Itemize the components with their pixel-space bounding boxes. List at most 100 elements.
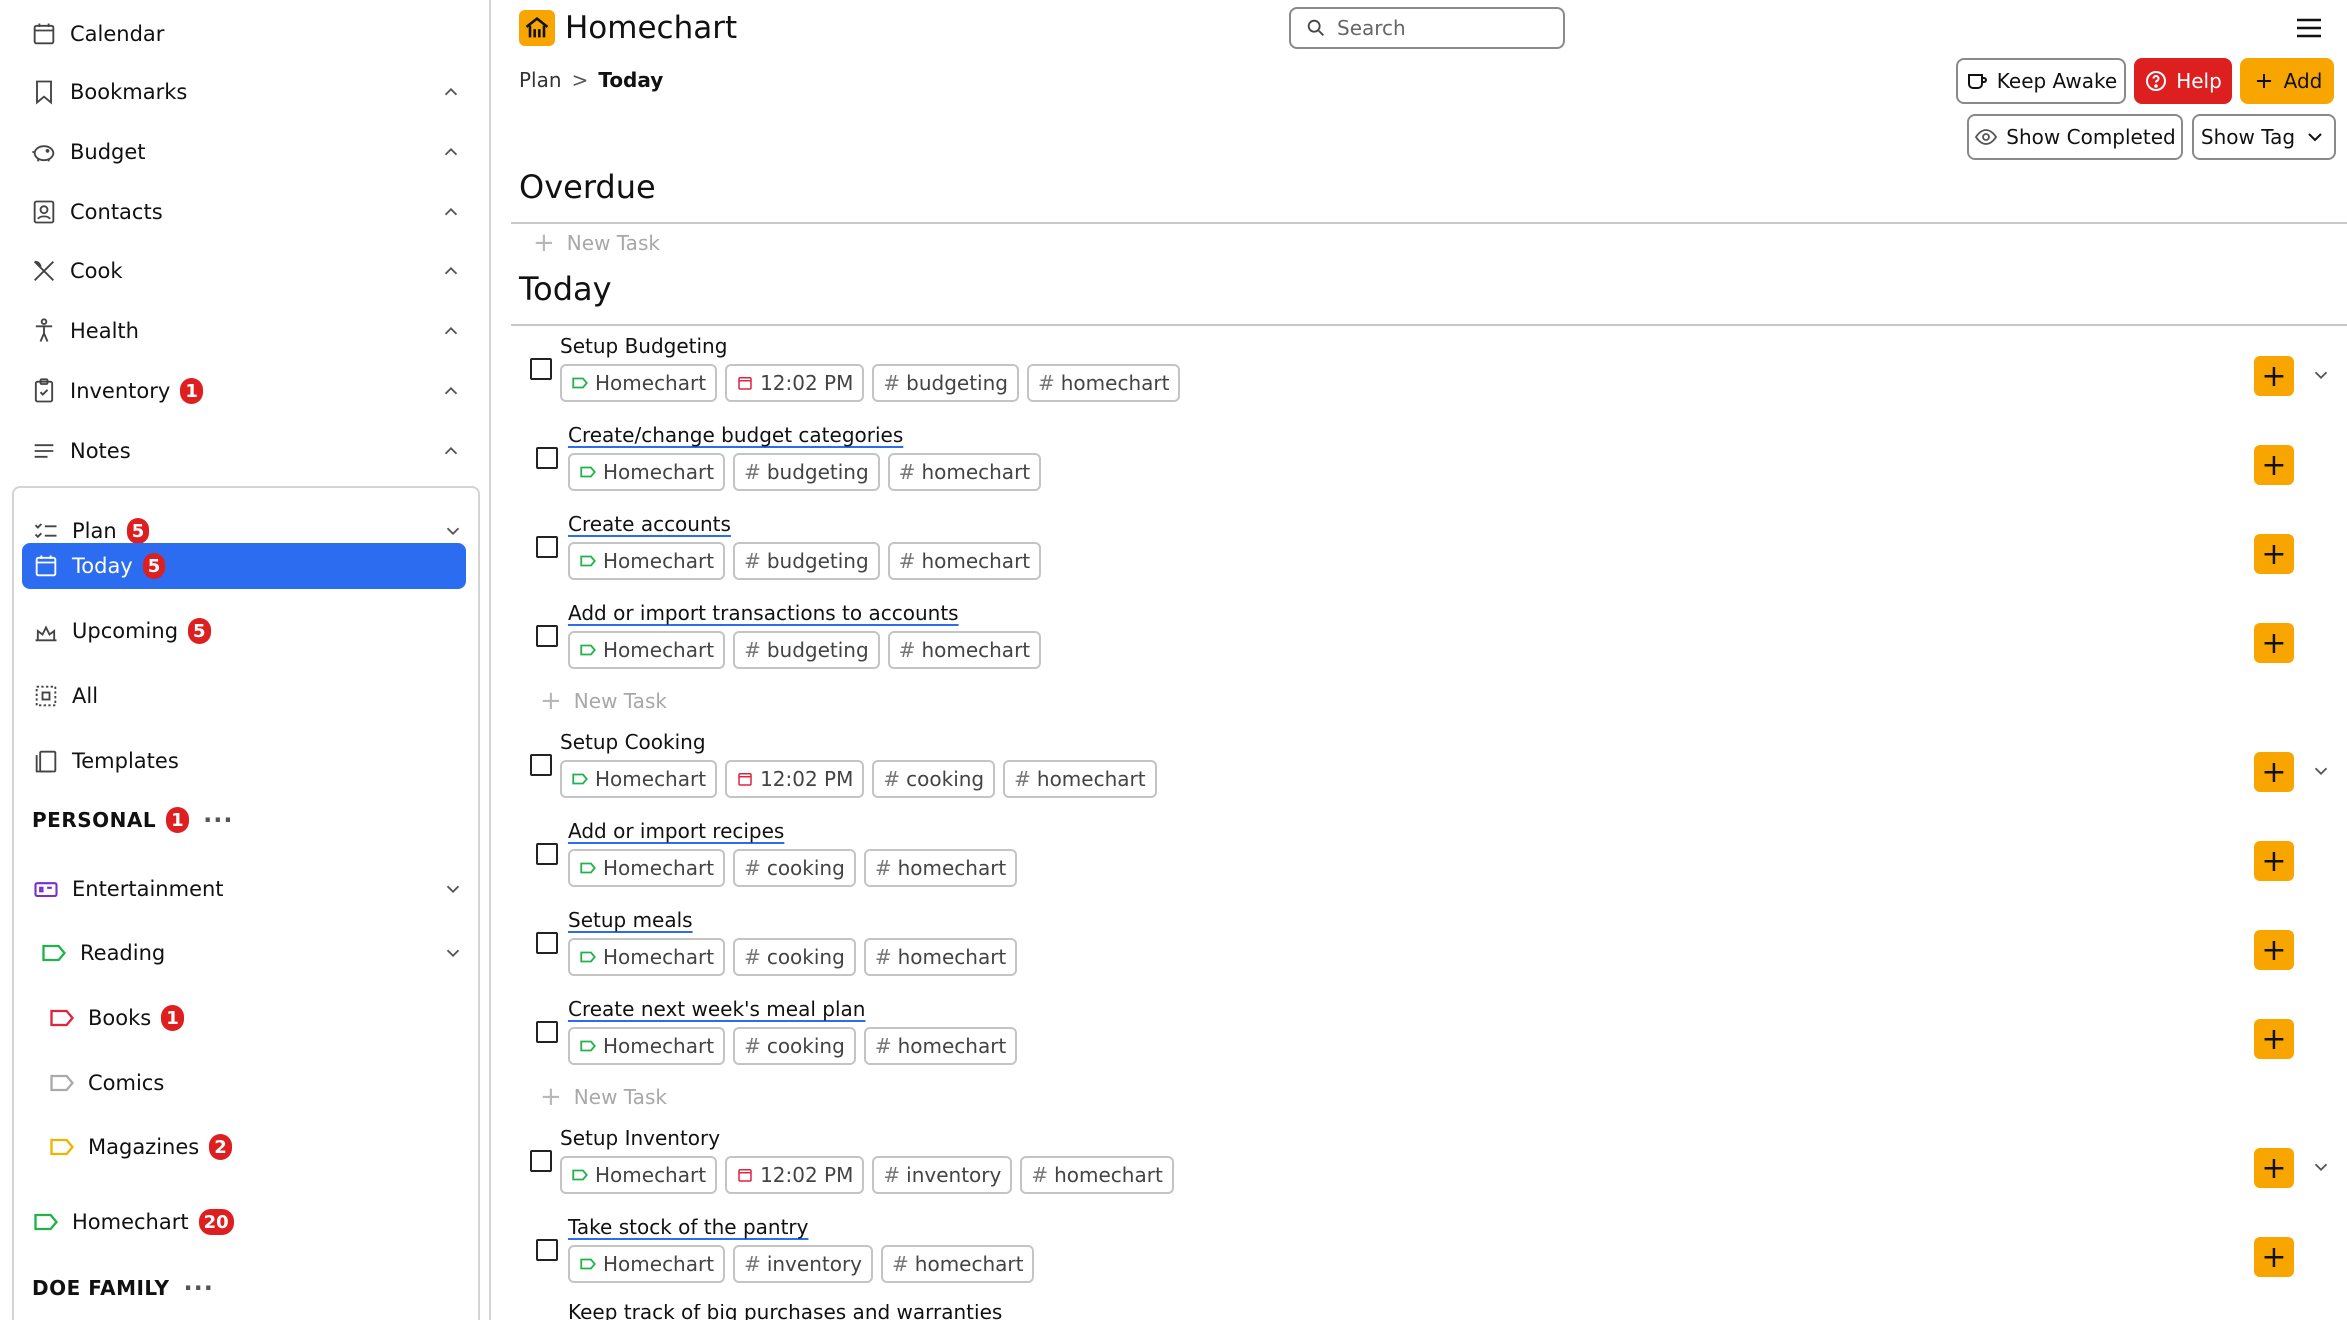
task-name[interactable]: Setup Cooking bbox=[560, 730, 706, 754]
task-name[interactable]: Create next week's meal plan bbox=[568, 997, 865, 1021]
tag-chip[interactable]: # cooking bbox=[733, 1027, 856, 1065]
task-name[interactable]: Take stock of the pantry bbox=[568, 1215, 808, 1239]
project-chip[interactable]: Homechart bbox=[568, 849, 726, 887]
project-chip[interactable]: Homechart bbox=[560, 364, 718, 402]
sidebar-item-homechart[interactable]: Homechart 20 bbox=[32, 1199, 464, 1245]
tag-chip[interactable]: # budgeting bbox=[872, 364, 1019, 402]
new-task-subtask[interactable]: + New Task bbox=[540, 686, 667, 716]
app-logo[interactable]: Homechart bbox=[519, 10, 737, 46]
chevron-down-icon[interactable] bbox=[442, 942, 464, 964]
sidebar-item-upcoming[interactable]: Upcoming 5 bbox=[32, 608, 464, 654]
tag-chip[interactable]: # homechart bbox=[1003, 760, 1157, 798]
add-subtask-button[interactable]: + bbox=[2254, 1148, 2294, 1188]
chevron-down-icon[interactable] bbox=[2310, 1156, 2332, 1178]
sidebar-item-contacts[interactable]: Contacts bbox=[30, 188, 462, 236]
tag-chip[interactable]: # inventory bbox=[872, 1156, 1013, 1194]
tag-chip[interactable]: # cooking bbox=[872, 760, 996, 798]
tag-chip[interactable]: # inventory bbox=[733, 1245, 874, 1283]
new-task-overdue[interactable]: + New Task bbox=[533, 228, 660, 258]
sidebar-item-notes[interactable]: Notes bbox=[30, 427, 462, 475]
new-task-subtask[interactable]: + New Task bbox=[540, 1082, 667, 1112]
search-input[interactable]: Search bbox=[1289, 7, 1565, 49]
chevron-down-icon[interactable] bbox=[2310, 760, 2332, 782]
section-doe-family[interactable]: DOE FAMILY ··· bbox=[32, 1274, 214, 1302]
add-subtask-button[interactable]: + bbox=[2254, 1019, 2294, 1059]
due-time-chip[interactable]: 12:02 PM bbox=[725, 1156, 865, 1194]
task-name[interactable]: Add or import transactions to accounts bbox=[568, 601, 959, 625]
chevron-down-icon[interactable] bbox=[442, 878, 464, 900]
task-name[interactable]: Setup Inventory bbox=[560, 1126, 720, 1150]
task-checkbox[interactable] bbox=[536, 932, 558, 954]
project-chip[interactable]: Homechart bbox=[568, 938, 726, 976]
chevron-up-icon[interactable] bbox=[440, 201, 462, 223]
add-subtask-button[interactable]: + bbox=[2254, 534, 2294, 574]
tag-chip[interactable]: # homechart bbox=[863, 849, 1018, 887]
project-chip[interactable]: Homechart bbox=[568, 453, 726, 491]
more-icon[interactable]: ··· bbox=[184, 1274, 214, 1302]
project-chip[interactable]: Homechart bbox=[568, 1245, 726, 1283]
chevron-down-icon[interactable] bbox=[442, 520, 464, 542]
tag-chip[interactable]: # homechart bbox=[887, 542, 1042, 580]
tag-chip[interactable]: # homechart bbox=[887, 631, 1042, 669]
project-chip[interactable]: Homechart bbox=[568, 1027, 726, 1065]
sidebar-item-bookmarks[interactable]: Bookmarks bbox=[30, 68, 462, 116]
sidebar-item-books[interactable]: Books 1 bbox=[48, 995, 464, 1041]
tag-chip[interactable]: # homechart bbox=[1020, 1156, 1174, 1194]
sidebar-item-magazines[interactable]: Magazines 2 bbox=[48, 1124, 464, 1170]
breadcrumb-root[interactable]: Plan bbox=[519, 68, 562, 92]
tag-chip[interactable]: # homechart bbox=[881, 1245, 1035, 1283]
task-checkbox[interactable] bbox=[536, 536, 558, 558]
add-subtask-button[interactable]: + bbox=[2254, 445, 2294, 485]
sidebar-item-health[interactable]: Health bbox=[30, 307, 462, 355]
add-subtask-button[interactable]: + bbox=[2254, 930, 2294, 970]
task-checkbox[interactable] bbox=[536, 1239, 558, 1261]
chevron-up-icon[interactable] bbox=[440, 141, 462, 163]
tag-chip[interactable]: # budgeting bbox=[733, 631, 880, 669]
tag-chip[interactable]: # homechart bbox=[1026, 364, 1181, 402]
task-checkbox[interactable] bbox=[536, 843, 558, 865]
task-checkbox[interactable] bbox=[530, 1150, 552, 1172]
tag-chip[interactable]: # budgeting bbox=[733, 542, 880, 580]
sidebar-item-reading[interactable]: Reading bbox=[40, 930, 464, 976]
section-personal[interactable]: PERSONAL 1 ··· bbox=[32, 806, 233, 834]
tag-chip[interactable]: # budgeting bbox=[733, 453, 880, 491]
hamburger-menu-icon[interactable] bbox=[2295, 16, 2323, 40]
task-name[interactable]: Add or import recipes bbox=[568, 819, 784, 843]
task-name[interactable]: Setup meals bbox=[568, 908, 693, 932]
task-checkbox[interactable] bbox=[530, 358, 552, 380]
sidebar-item-cook[interactable]: Cook bbox=[30, 247, 462, 295]
tag-chip[interactable]: # homechart bbox=[863, 938, 1018, 976]
add-subtask-button[interactable]: + bbox=[2254, 1237, 2294, 1277]
due-time-chip[interactable]: 12:02 PM bbox=[725, 364, 865, 402]
project-chip[interactable]: Homechart bbox=[560, 1156, 718, 1194]
chevron-up-icon[interactable] bbox=[440, 260, 462, 282]
add-subtask-button[interactable]: + bbox=[2254, 752, 2294, 792]
task-checkbox[interactable] bbox=[530, 754, 552, 776]
chevron-up-icon[interactable] bbox=[440, 81, 462, 103]
add-button[interactable]: Add bbox=[2240, 58, 2334, 104]
sidebar-item-comics[interactable]: Comics bbox=[48, 1060, 464, 1106]
task-name[interactable]: Keep track of big purchases and warranti… bbox=[568, 1304, 1002, 1320]
sidebar-item-budget[interactable]: Budget bbox=[30, 128, 462, 176]
show-tag-dropdown[interactable]: Show Tag bbox=[2192, 114, 2336, 160]
chevron-up-icon[interactable] bbox=[440, 380, 462, 402]
project-chip[interactable]: Homechart bbox=[560, 760, 718, 798]
tag-chip[interactable]: # homechart bbox=[887, 453, 1042, 491]
task-name[interactable]: Create accounts bbox=[568, 512, 731, 536]
sidebar-item-today[interactable]: Today 5 bbox=[22, 543, 466, 589]
keep-awake-button[interactable]: Keep Awake bbox=[1956, 58, 2126, 104]
chevron-down-icon[interactable] bbox=[2310, 364, 2332, 386]
add-subtask-button[interactable]: + bbox=[2254, 356, 2294, 396]
sidebar-item-entertainment[interactable]: Entertainment bbox=[32, 866, 464, 912]
due-time-chip[interactable]: 12:02 PM bbox=[725, 760, 865, 798]
task-checkbox[interactable] bbox=[536, 625, 558, 647]
tag-chip[interactable]: # cooking bbox=[733, 938, 856, 976]
sidebar-item-all[interactable]: All bbox=[32, 673, 464, 719]
project-chip[interactable]: Homechart bbox=[568, 631, 726, 669]
task-name[interactable]: Setup Budgeting bbox=[560, 334, 727, 358]
task-checkbox[interactable] bbox=[536, 1021, 558, 1043]
task-checkbox[interactable] bbox=[536, 447, 558, 469]
sidebar-item-inventory[interactable]: Inventory 1 bbox=[30, 367, 462, 415]
help-button[interactable]: Help bbox=[2134, 58, 2232, 104]
show-completed-button[interactable]: Show Completed bbox=[1967, 114, 2183, 160]
